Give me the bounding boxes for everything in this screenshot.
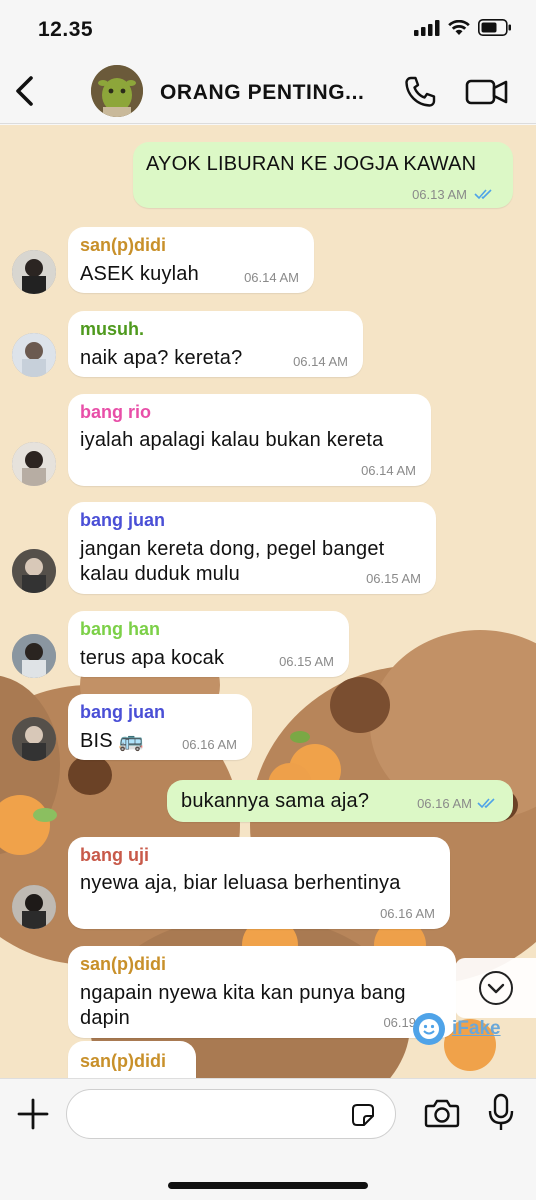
sender-name: san(p)didi <box>80 1051 166 1071</box>
watermark-text: iFake <box>452 1018 501 1039</box>
double-check-icon <box>477 798 495 809</box>
attach-button[interactable] <box>16 1097 50 1131</box>
message-text-line: jangan kereta dong, pegel banget <box>80 538 385 560</box>
smiley-logo-icon <box>413 1013 445 1045</box>
message-text: iyalah apalagi kalau bukan kereta <box>80 429 384 451</box>
message-bubble-incoming[interactable]: bang juan jangan kereta dong, pegel bang… <box>68 502 436 594</box>
message-text: BIS 🚌 <box>80 730 144 752</box>
sender-name: bang rio <box>80 402 151 422</box>
chevron-left-icon <box>16 76 33 106</box>
sender-name: san(p)didi <box>80 954 166 974</box>
signal-icon <box>414 19 440 36</box>
message-time: 06.14 AM <box>361 463 416 478</box>
message-text: terus apa kocak <box>80 647 225 669</box>
phone-icon <box>405 76 436 107</box>
message-text: AYOK LIBURAN KE JOGJA KAWAN <box>146 153 477 175</box>
chat-title[interactable]: ORANG PENTING... <box>160 81 364 105</box>
message-bubble-incoming[interactable]: bang juan BIS 🚌 06.16 AM <box>68 694 252 760</box>
message-time: 06.16 AM <box>417 796 472 811</box>
message-text-line: ngapain nyewa kita kan punya bang <box>80 982 406 1004</box>
avatar[interactable] <box>12 634 56 678</box>
double-check-icon <box>474 189 492 200</box>
status-bar: 12.35 <box>0 0 536 58</box>
message-bubble-incoming[interactable]: san(p)didi ngapain nyewa kita kan punya … <box>68 946 456 1038</box>
message-bubble-incoming[interactable]: san(p)didi ASEK kuylah 06.14 AM <box>68 227 314 293</box>
voice-message-button[interactable] <box>488 1093 514 1133</box>
back-button[interactable] <box>10 72 40 110</box>
chat-area[interactable]: AYOK LIBURAN KE JOGJA KAWAN 06.13 AM san… <box>0 125 536 1078</box>
status-icons <box>414 19 512 36</box>
input-bar <box>0 1078 536 1200</box>
status-time: 12.35 <box>38 18 94 41</box>
camera-icon <box>424 1099 460 1128</box>
scroll-to-bottom-button[interactable] <box>455 958 536 1018</box>
message-time: 06.14 AM <box>293 354 348 369</box>
video-call-button[interactable] <box>464 74 510 110</box>
battery-icon <box>478 19 511 36</box>
group-avatar[interactable] <box>91 65 143 117</box>
message-bubble-outgoing[interactable]: bukannya sama aja? 06.16 AM <box>167 780 513 822</box>
message-bubble-incoming[interactable]: bang han terus apa kocak 06.15 AM <box>68 611 349 677</box>
message-text-line: kalau duduk mulu <box>80 563 240 585</box>
message-text: ASEK kuylah <box>80 263 199 285</box>
message-time: 06.15 AM <box>279 654 334 669</box>
microphone-icon <box>488 1093 514 1130</box>
message-text: naik apa? kereta? <box>80 347 243 369</box>
avatar[interactable] <box>12 885 56 929</box>
message-bubble-incoming[interactable]: bang rio iyalah apalagi kalau bukan kere… <box>68 394 431 486</box>
sender-name: bang uji <box>80 845 149 865</box>
avatar[interactable] <box>12 333 56 377</box>
sticker-icon[interactable] <box>351 1103 375 1127</box>
plus-icon <box>17 1098 49 1130</box>
voice-call-button[interactable] <box>402 74 438 110</box>
chevron-down-icon <box>478 971 513 1005</box>
home-indicator <box>168 1182 368 1189</box>
sender-name: bang han <box>80 619 160 639</box>
message-bubble-incoming[interactable]: bang uji nyewa aja, biar leluasa berhent… <box>68 837 450 929</box>
message-bubble-incoming[interactable]: san(p)didi <box>68 1041 196 1078</box>
message-time: 06.15 AM <box>366 571 421 586</box>
message-time: 06.16 AM <box>182 737 237 752</box>
avatar[interactable] <box>12 549 56 593</box>
message-time: 06.13 AM <box>412 187 467 202</box>
camera-button[interactable] <box>424 1096 460 1130</box>
message-time: 06.14 AM <box>244 270 299 285</box>
sender-name: musuh. <box>80 319 145 339</box>
message-text: bukannya sama aja? <box>181 790 370 812</box>
group-avatar-image <box>91 65 143 117</box>
avatar[interactable] <box>12 442 56 486</box>
message-bubble-outgoing[interactable]: AYOK LIBURAN KE JOGJA KAWAN 06.13 AM <box>133 142 513 208</box>
message-text-line: dapin <box>80 1007 130 1029</box>
wifi-icon <box>448 19 470 35</box>
message-input[interactable] <box>66 1089 396 1139</box>
chat-header: ORANG PENTING... <box>0 58 536 124</box>
message-text: nyewa aja, biar leluasa berhentinya <box>80 872 401 894</box>
sender-name: san(p)didi <box>80 235 166 255</box>
avatar[interactable] <box>12 717 56 761</box>
message-time: 06.16 AM <box>380 906 435 921</box>
sender-name: bang juan <box>80 510 165 530</box>
message-bubble-incoming[interactable]: musuh. naik apa? kereta? 06.14 AM <box>68 311 363 377</box>
watermark: iFake <box>412 1012 501 1046</box>
video-camera-icon <box>465 79 508 105</box>
sender-name: bang juan <box>80 702 165 722</box>
avatar[interactable] <box>12 250 56 294</box>
